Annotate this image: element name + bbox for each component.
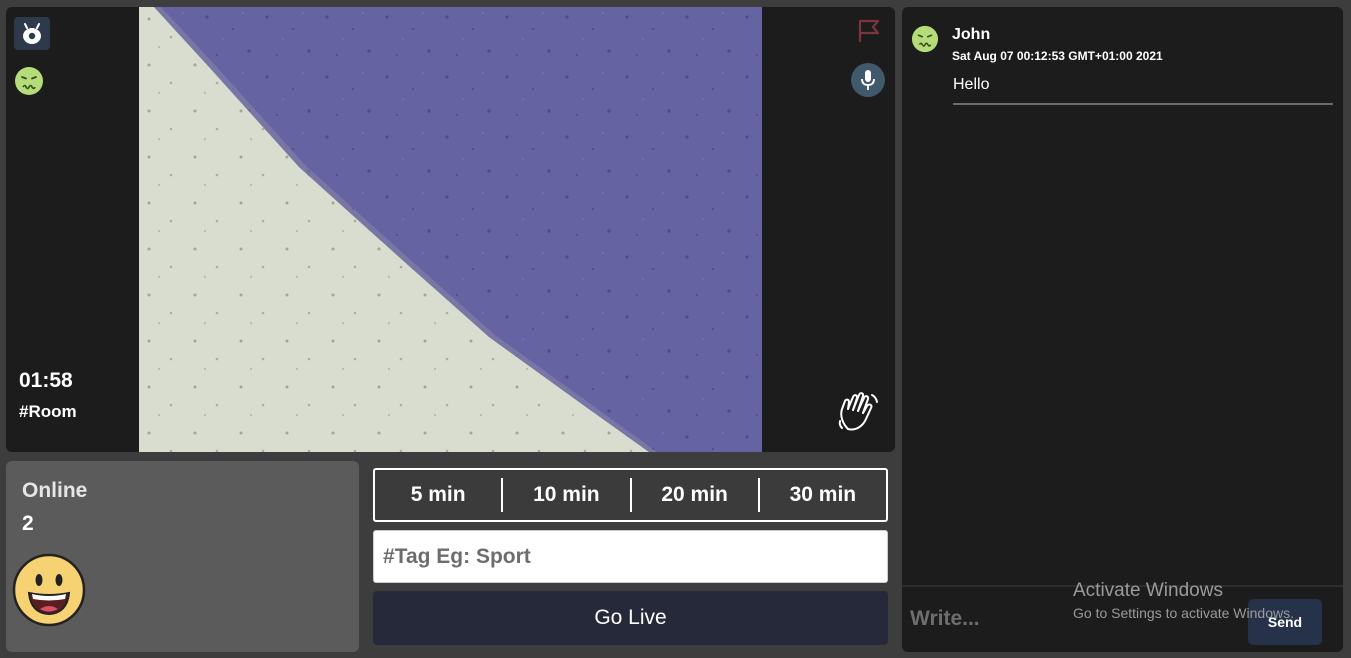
message-text: Hello	[953, 76, 990, 93]
send-button[interactable]: Send	[1248, 599, 1322, 645]
online-panel: Online 2	[6, 461, 359, 652]
remote-video	[139, 7, 762, 452]
message-author: John	[952, 26, 991, 43]
duration-option-20[interactable]: 20 min	[632, 483, 758, 507]
chat-panel: John Sat Aug 07 00:12:53 GMT+01:00 2021 …	[902, 7, 1343, 652]
online-count: 2	[22, 512, 34, 535]
chat-divider	[902, 585, 1343, 587]
video-panel: 01:58 #Room	[6, 7, 895, 452]
sick-emoji-icon	[14, 66, 44, 96]
smiling-face-icon	[12, 553, 86, 627]
duration-selector: 5 min 10 min 20 min 30 min	[373, 468, 888, 522]
duration-option-10[interactable]: 10 min	[503, 483, 629, 507]
tag-input[interactable]	[373, 530, 888, 583]
flag-icon[interactable]	[855, 17, 883, 45]
waving-hand-icon[interactable]	[834, 387, 884, 437]
microphone-icon[interactable]	[851, 63, 885, 97]
message-timestamp: Sat Aug 07 00:12:53 GMT+01:00 2021	[952, 49, 1163, 63]
duration-option-5[interactable]: 5 min	[375, 483, 501, 507]
chat-input[interactable]	[910, 602, 1230, 636]
message-divider	[953, 103, 1333, 105]
alien-logo-icon[interactable]	[14, 17, 50, 50]
go-live-button[interactable]: Go Live	[373, 591, 888, 645]
online-label: Online	[22, 479, 88, 502]
room-tag: #Room	[19, 402, 77, 421]
duration-option-30[interactable]: 30 min	[760, 483, 886, 507]
call-timer: 01:58	[19, 369, 73, 392]
sick-emoji-icon	[911, 25, 939, 53]
